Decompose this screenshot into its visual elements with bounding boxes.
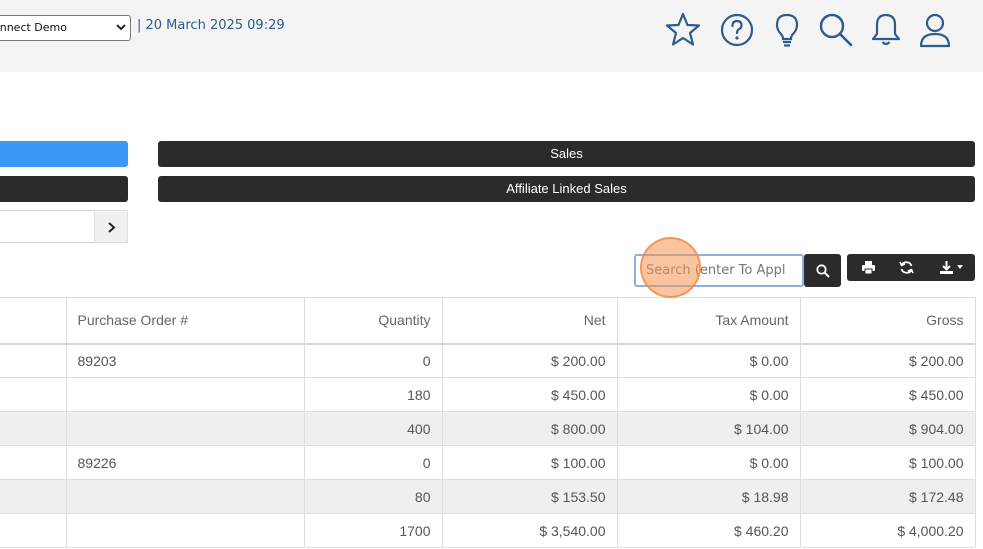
refresh-icon	[899, 261, 914, 274]
net-cell: $ 200.00	[441, 343, 618, 378]
column-header-quantity[interactable]: Quantity	[303, 297, 443, 345]
gross-cell: $ 172.48	[799, 479, 976, 514]
company-select-value: onnect Demo	[0, 21, 67, 34]
gross-cell: $ 200.00	[799, 343, 976, 378]
affiliate-linked-sales-button[interactable]: Affiliate Linked Sales	[158, 176, 975, 202]
secondary-action-button[interactable]	[0, 176, 128, 202]
table-row[interactable]: 80 $ 153.50 $ 18.98 $ 172.48	[0, 479, 976, 514]
quantity-cell: 80	[303, 479, 443, 514]
net-cell: $ 800.00	[441, 411, 618, 446]
row-cell	[0, 343, 67, 378]
row-cell	[0, 445, 67, 480]
search-button[interactable]	[804, 254, 841, 287]
search-input[interactable]: Search (enter To Appl	[634, 254, 804, 287]
tax-cell: $ 0.00	[616, 445, 801, 480]
top-header: onnect Demo | 20 March 2025 09:29	[0, 0, 983, 72]
current-datetime: | 20 March 2025 09:29	[137, 18, 285, 33]
po-cell	[65, 479, 305, 514]
star-icon[interactable]	[663, 10, 703, 50]
table-toolbar	[847, 254, 975, 281]
row-cell	[0, 479, 67, 514]
table-row[interactable]: 400 $ 800.00 $ 104.00 $ 904.00	[0, 411, 976, 446]
quantity-cell: 0	[303, 445, 443, 480]
net-cell: $ 100.00	[441, 445, 618, 480]
column-header-purchase-order[interactable]: Purchase Order #	[65, 297, 305, 345]
lightbulb-icon[interactable]	[767, 10, 807, 50]
gross-cell: $ 450.00	[799, 377, 976, 412]
row-cell	[0, 377, 67, 412]
search-icon[interactable]	[816, 10, 856, 50]
print-button[interactable]	[849, 254, 887, 281]
search-icon	[816, 264, 830, 278]
download-icon	[940, 261, 953, 274]
primary-action-button[interactable]	[0, 141, 128, 167]
po-cell	[65, 513, 305, 548]
tax-cell: $ 104.00	[616, 411, 801, 446]
quantity-cell: 1700	[303, 513, 443, 548]
tax-cell: $ 0.00	[616, 377, 801, 412]
sales-button[interactable]: Sales	[158, 141, 975, 167]
net-cell: $ 3,540.00	[441, 513, 618, 548]
po-cell: 89226	[65, 445, 305, 480]
po-cell: 89203	[65, 343, 305, 378]
caret-down-icon	[957, 265, 963, 269]
sales-table: Purchase Order # Quantity Net Tax Amount…	[0, 297, 976, 548]
column-header[interactable]	[0, 297, 67, 345]
table-header-row: Purchase Order # Quantity Net Tax Amount…	[0, 297, 976, 345]
bell-icon[interactable]	[866, 10, 906, 50]
next-date-button[interactable]	[94, 210, 128, 243]
quantity-cell: 0	[303, 343, 443, 378]
printer-icon	[862, 261, 875, 275]
tax-cell: $ 18.98	[616, 479, 801, 514]
gross-cell: $ 4,000.20	[799, 513, 976, 548]
table-row[interactable]: 89226 0 $ 100.00 $ 0.00 $ 100.00	[0, 445, 976, 480]
help-icon[interactable]	[717, 10, 757, 50]
tax-cell: $ 460.20	[616, 513, 801, 548]
chevron-right-icon	[108, 222, 116, 233]
chevron-down-icon	[116, 24, 126, 31]
net-cell: $ 153.50	[441, 479, 618, 514]
column-header-tax-amount[interactable]: Tax Amount	[616, 297, 801, 345]
net-cell: $ 450.00	[441, 377, 618, 412]
po-cell	[65, 411, 305, 446]
row-cell	[0, 513, 67, 548]
refresh-button[interactable]	[887, 254, 925, 281]
user-icon[interactable]	[915, 10, 955, 50]
date-input[interactable]	[0, 210, 94, 243]
company-select[interactable]: onnect Demo	[0, 15, 131, 41]
table-row[interactable]: 1700 $ 3,540.00 $ 460.20 $ 4,000.20	[0, 513, 976, 548]
row-cell	[0, 411, 67, 446]
column-header-gross[interactable]: Gross	[799, 297, 976, 345]
tax-cell: $ 0.00	[616, 343, 801, 378]
po-cell	[65, 377, 305, 412]
table-row[interactable]: 89203 0 $ 200.00 $ 0.00 $ 200.00	[0, 343, 976, 378]
quantity-cell: 180	[303, 377, 443, 412]
gross-cell: $ 904.00	[799, 411, 976, 446]
table-row[interactable]: 180 $ 450.00 $ 0.00 $ 450.00	[0, 377, 976, 412]
download-dropdown-button[interactable]	[927, 254, 973, 281]
column-header-net[interactable]: Net	[441, 297, 618, 345]
gross-cell: $ 100.00	[799, 445, 976, 480]
quantity-cell: 400	[303, 411, 443, 446]
